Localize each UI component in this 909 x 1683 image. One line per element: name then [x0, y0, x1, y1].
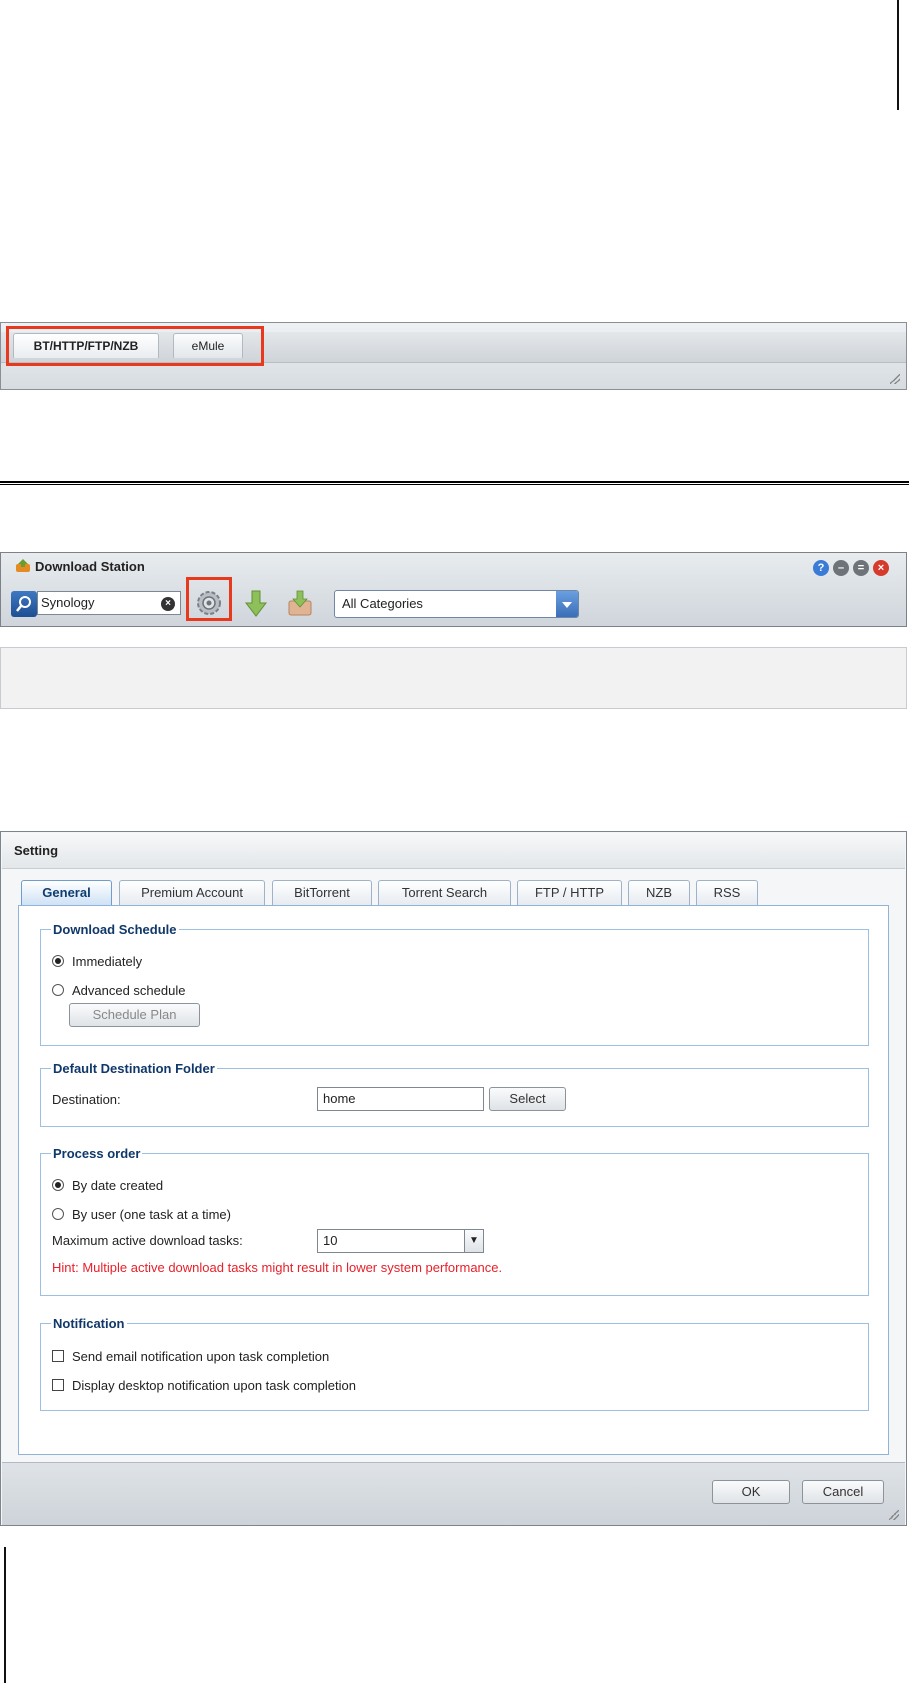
window-title: Download Station: [35, 559, 145, 574]
checkbox[interactable]: [52, 1350, 64, 1362]
tab-ftp-http[interactable]: FTP / HTTP: [517, 880, 622, 905]
tab-general[interactable]: General: [21, 880, 112, 905]
checkbox[interactable]: [52, 1379, 64, 1391]
radio-button[interactable]: [52, 1179, 64, 1191]
radio-button[interactable]: [52, 1208, 64, 1220]
resize-grip-icon[interactable]: [890, 374, 900, 384]
radio-by-user[interactable]: By user (one task at a time): [52, 1207, 231, 1222]
destination-field[interactable]: home: [317, 1087, 484, 1111]
category-select[interactable]: All Categories: [334, 590, 579, 618]
dialog-header: Setting: [2, 833, 905, 869]
radio-advanced-schedule[interactable]: Advanced schedule: [52, 983, 185, 998]
radio-label: By date created: [72, 1178, 164, 1193]
dialog-footer: OK Cancel: [2, 1462, 905, 1525]
maximize-icon[interactable]: =: [853, 560, 869, 576]
desktop-notification-option[interactable]: Display desktop notification upon task c…: [52, 1378, 356, 1393]
chevron-down-icon[interactable]: [556, 591, 578, 617]
resize-grip-icon[interactable]: [889, 1510, 899, 1520]
tab-torrent-search[interactable]: Torrent Search: [378, 880, 511, 905]
download-arrow-icon[interactable]: [244, 589, 268, 619]
ok-button[interactable]: OK: [712, 1480, 790, 1504]
max-tasks-value: 10: [323, 1233, 338, 1248]
page-edge-line: [897, 0, 899, 110]
tab-bittorrent[interactable]: BitTorrent: [272, 880, 372, 905]
email-notification-option[interactable]: Send email notification upon task comple…: [52, 1349, 329, 1364]
tab-nzb[interactable]: NZB: [628, 880, 690, 905]
radio-button[interactable]: [52, 955, 64, 967]
help-icon[interactable]: ?: [813, 560, 829, 576]
checkbox-label: Send email notification upon task comple…: [72, 1349, 330, 1364]
select-button[interactable]: Select: [489, 1087, 566, 1111]
radio-label: Advanced schedule: [72, 983, 186, 998]
destination-label: Destination:: [52, 1092, 121, 1107]
radio-by-date[interactable]: By date created: [52, 1178, 163, 1193]
schedule-plan-button[interactable]: Schedule Plan: [69, 1003, 200, 1027]
group-legend: Notification: [53, 1316, 125, 1331]
search-input[interactable]: Synology: [37, 591, 181, 615]
highlight-box-tabs: [6, 326, 264, 366]
minimize-icon[interactable]: –: [833, 560, 849, 576]
empty-panel: [0, 647, 907, 709]
highlight-box-gear: [186, 577, 232, 621]
radio-label: By user (one task at a time): [72, 1207, 231, 1222]
max-tasks-label: Maximum active download tasks:: [52, 1233, 243, 1248]
setting-dialog: Setting General Premium Account BitTorre…: [0, 831, 907, 1526]
chevron-down-icon[interactable]: ▼: [464, 1230, 483, 1252]
inbox-download-icon[interactable]: [287, 589, 313, 617]
radio-immediately[interactable]: Immediately: [52, 954, 142, 969]
search-icon[interactable]: [11, 591, 37, 617]
group-legend: Default Destination Folder: [53, 1061, 215, 1076]
tab-rss[interactable]: RSS: [696, 880, 758, 905]
download-station-window: Download Station Synology × All Categori…: [0, 552, 907, 627]
page-margin-line: [4, 1547, 6, 1683]
hint-text: Hint: Multiple active download tasks mig…: [52, 1260, 503, 1275]
cancel-button[interactable]: Cancel: [802, 1480, 884, 1504]
group-legend: Process order: [53, 1146, 141, 1161]
tab-premium-account[interactable]: Premium Account: [119, 880, 265, 905]
radio-label: Immediately: [72, 954, 143, 969]
download-station-icon: [16, 559, 30, 572]
radio-button[interactable]: [52, 984, 64, 996]
checkbox-label: Display desktop notification upon task c…: [72, 1378, 356, 1393]
dialog-title: Setting: [14, 843, 59, 858]
group-legend: Download Schedule: [53, 922, 177, 937]
clear-icon[interactable]: ×: [161, 597, 175, 611]
category-value: All Categories: [342, 596, 423, 611]
close-icon[interactable]: ×: [873, 560, 889, 576]
general-panel: Download Schedule Immediately Advanced s…: [18, 905, 889, 1455]
max-tasks-select[interactable]: 10 ▼: [317, 1229, 484, 1253]
section-divider: [0, 481, 909, 485]
